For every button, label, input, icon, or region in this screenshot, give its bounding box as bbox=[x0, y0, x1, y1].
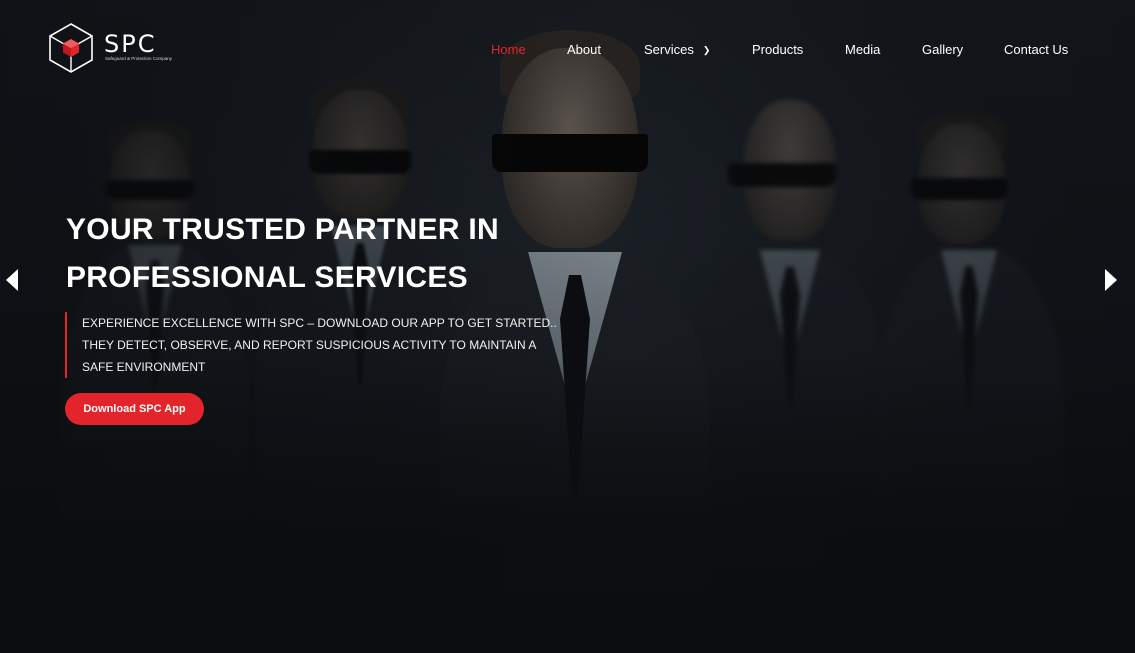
nav-item-contact-us[interactable]: Contact Us bbox=[1004, 42, 1068, 57]
nav-item-products[interactable]: Products bbox=[752, 42, 803, 57]
main-nav: Home About Services ❯ Products Media Gall… bbox=[0, 42, 1135, 58]
slider-prev-button[interactable] bbox=[4, 268, 20, 292]
hero-headline: YOUR TRUSTED PARTNER IN PROFESSIONAL SER… bbox=[66, 206, 586, 302]
arrow-left-icon bbox=[6, 269, 18, 291]
chevron-down-icon: ❯ bbox=[702, 45, 711, 55]
hero-headline-line-1: YOUR TRUSTED PARTNER IN bbox=[66, 213, 500, 246]
nav-item-home[interactable]: Home bbox=[491, 42, 526, 57]
download-app-button[interactable]: Download SPC App bbox=[65, 393, 204, 425]
hero-description: EXPERIENCE EXCELLENCE WITH SPC – DOWNLOA… bbox=[65, 312, 565, 378]
nav-item-media[interactable]: Media bbox=[845, 42, 880, 57]
slider-next-button[interactable] bbox=[1103, 268, 1119, 292]
nav-item-about[interactable]: About bbox=[567, 42, 601, 57]
nav-item-services-label: Services bbox=[644, 42, 694, 57]
hero-headline-line-2: PROFESSIONAL SERVICES bbox=[66, 261, 468, 294]
nav-item-gallery[interactable]: Gallery bbox=[922, 42, 963, 57]
nav-item-services[interactable]: Services ❯ bbox=[644, 42, 710, 57]
arrow-right-icon bbox=[1105, 269, 1117, 291]
